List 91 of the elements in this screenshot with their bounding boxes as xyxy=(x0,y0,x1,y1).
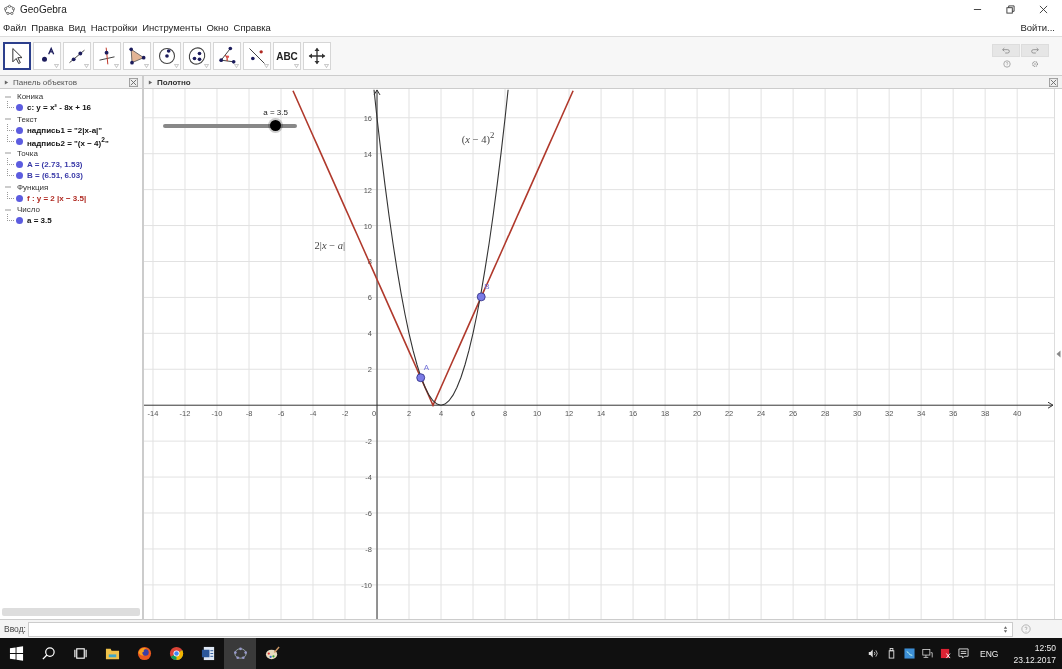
window-title: GeoGebra xyxy=(20,3,67,15)
expand-arrow-icon[interactable] xyxy=(1056,350,1061,358)
close-icon[interactable] xyxy=(129,77,138,87)
menu-item[interactable]: Настройки xyxy=(90,21,138,33)
language-indicator[interactable]: ENG xyxy=(980,648,999,659)
palette-icon xyxy=(264,646,280,661)
object-entry[interactable]: надпись1 = "2|x-a|" xyxy=(27,125,103,135)
slider-label: a = 3.5 xyxy=(263,108,288,117)
point-marker[interactable] xyxy=(476,292,486,302)
flag-icon[interactable] xyxy=(940,648,952,659)
curve-label: 2|x − a| xyxy=(314,239,346,251)
object-entry[interactable]: c: y = x² - 8x + 16 xyxy=(27,103,92,113)
input-label: Ввод: xyxy=(4,624,26,634)
speaker-icon[interactable] xyxy=(868,648,880,659)
caret-icon xyxy=(114,64,119,68)
object-entry[interactable]: B = (6.51, 6.03) xyxy=(27,171,83,181)
triangle-icon xyxy=(127,46,147,66)
visibility-dot[interactable] xyxy=(16,217,23,225)
windows-logo-icon xyxy=(8,646,24,661)
caret-icon xyxy=(84,64,89,68)
perpendicular-icon xyxy=(97,46,117,66)
visibility-dot[interactable] xyxy=(16,160,23,168)
app-tray-icon[interactable] xyxy=(904,648,916,659)
visibility-dot[interactable] xyxy=(16,194,23,202)
line-point-icon xyxy=(247,46,267,66)
browser-icon xyxy=(168,646,184,661)
slider-thumb[interactable] xyxy=(269,120,281,131)
category-label[interactable]: Коника xyxy=(17,92,44,101)
search-icon xyxy=(40,646,56,661)
collapse-triangle-icon[interactable] xyxy=(148,79,153,85)
caret-icon xyxy=(144,64,149,68)
notification-icon[interactable] xyxy=(958,648,970,659)
tree-toggle-icon[interactable] xyxy=(4,115,12,123)
category-label[interactable]: Точка xyxy=(17,148,38,158)
move-arrows-icon xyxy=(307,46,327,66)
visibility-dot[interactable] xyxy=(16,138,23,146)
close-icon[interactable] xyxy=(1049,77,1058,87)
clock-time[interactable]: 12:50 xyxy=(1034,642,1056,653)
tool-button[interactable] xyxy=(3,42,31,70)
visibility-dot[interactable] xyxy=(16,126,23,134)
tool-button[interactable]: ABC xyxy=(273,42,301,70)
scrollbar[interactable] xyxy=(2,608,140,616)
app-logo-icon xyxy=(4,3,15,15)
object-entry[interactable]: a = 3.5 xyxy=(27,216,52,226)
tree-toggle-icon[interactable] xyxy=(4,149,12,157)
restore-icon[interactable] xyxy=(1006,4,1015,14)
document-icon xyxy=(200,646,216,661)
fox-globe-icon xyxy=(136,646,152,661)
caret-icon xyxy=(174,64,179,68)
undo-icon xyxy=(1001,47,1011,54)
angle-icon xyxy=(217,46,237,66)
category-label[interactable]: Текст xyxy=(17,114,38,124)
object-entry[interactable]: f : y = 2 |x − 3.5| xyxy=(27,193,87,203)
curve-label: (x − 4)$^{2}$ xyxy=(461,130,495,145)
task-view-icon xyxy=(72,646,88,661)
redo-icon xyxy=(1030,47,1040,54)
point-marker[interactable] xyxy=(416,373,426,383)
caret-icon xyxy=(204,64,209,68)
caret-icon xyxy=(54,64,59,68)
visibility-dot[interactable] xyxy=(16,104,23,112)
network-icon[interactable] xyxy=(922,648,934,659)
folder-icon xyxy=(104,646,120,661)
caret-icon xyxy=(294,64,299,68)
collapse-triangle-icon[interactable] xyxy=(4,79,9,85)
category-label[interactable]: Функция xyxy=(17,182,49,192)
ellipse-icon xyxy=(187,46,207,66)
object-entry[interactable]: A = (2.73, 1.53) xyxy=(27,159,83,169)
login-link[interactable]: Войти... xyxy=(1020,21,1055,33)
panel-title: Панель объектов xyxy=(13,77,77,87)
menu-item[interactable]: Окно xyxy=(206,21,229,33)
clock-date[interactable]: 23.12.2017 xyxy=(1013,654,1056,665)
visibility-dot[interactable] xyxy=(16,172,23,180)
menu-item[interactable]: Вид xyxy=(68,21,86,33)
tree-toggle-icon[interactable] xyxy=(4,183,12,191)
circle-icon xyxy=(157,46,177,66)
caret-icon xyxy=(264,64,269,68)
close-icon[interactable] xyxy=(1039,4,1048,14)
menu-item[interactable]: Файл xyxy=(3,21,27,33)
up-down-arrows-icon[interactable] xyxy=(1002,624,1008,634)
input-field[interactable] xyxy=(27,621,1013,637)
menu-item[interactable]: Инструменты xyxy=(142,21,202,33)
category-label[interactable]: Число xyxy=(17,205,40,214)
panel-title: Полотно xyxy=(157,77,191,87)
menu-item[interactable]: Правка xyxy=(31,21,64,33)
function-curve[interactable] xyxy=(292,90,574,408)
caret-icon xyxy=(324,64,329,68)
object-entry[interactable]: надпись2 = "(x − 4)$^{2}$" xyxy=(27,135,109,148)
menu-item[interactable]: Справка xyxy=(233,21,271,33)
ellipse-dots-icon xyxy=(232,646,248,661)
caret-icon xyxy=(234,64,239,68)
function-curve[interactable] xyxy=(373,89,509,406)
